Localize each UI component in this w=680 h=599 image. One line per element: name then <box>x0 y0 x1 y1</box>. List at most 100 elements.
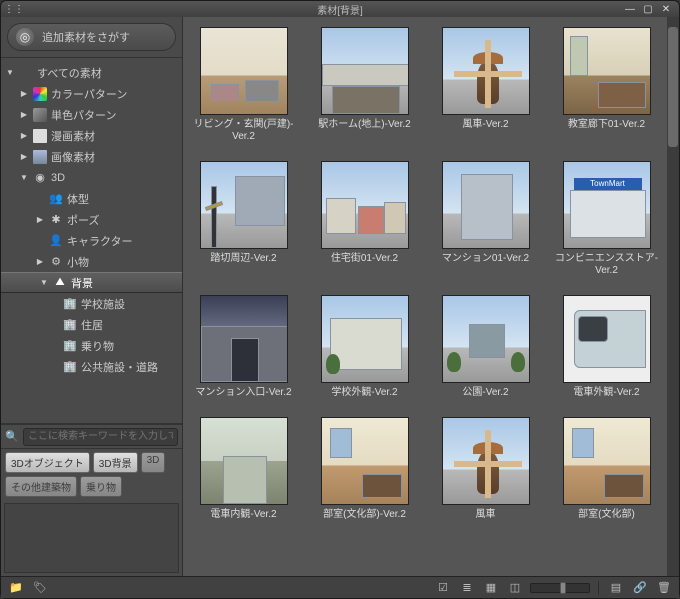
tree-node-label: 小物 <box>67 254 89 270</box>
tree-item[interactable]: ▶単色パターン <box>1 104 182 125</box>
folder-tree: ▼すべての素材▶カラーパターン▶単色パターン▶漫画素材▶画像素材▼◉3D👥体型▶… <box>1 57 182 424</box>
disclosure-icon[interactable] <box>35 194 45 204</box>
statusbar: 📁 🏷 ☑ ≣ ▦ ◫ ▤ 🔗 🗑 <box>1 576 679 598</box>
tree-item[interactable]: ▼ ◉ 3D <box>1 167 182 188</box>
disclosure-icon[interactable]: ▼ <box>5 68 15 78</box>
material-label: コンビニエンスストア-Ver.2 <box>552 253 661 277</box>
material-item[interactable]: 学校外観-Ver.2 <box>310 295 419 399</box>
disclosure-icon[interactable]: ▶ <box>19 152 29 162</box>
disclosure-icon[interactable] <box>49 362 59 372</box>
material-item[interactable]: マンション入口-Ver.2 <box>189 295 298 399</box>
tree-node-label: 画像素材 <box>51 149 95 165</box>
disclosure-icon[interactable] <box>49 299 59 309</box>
tag-chips: 3Dオブジェクト3D背景3D その他建築物乗り物 <box>1 448 182 500</box>
trash-icon[interactable]: 🗑 <box>655 580 673 596</box>
tree-item[interactable]: 🏢 乗り物 <box>1 335 182 356</box>
thumbnail-grid-scroll[interactable]: リビング・玄関(戸建)-Ver.2 駅ホーム(地上)-Ver.2 風車-Ver.2教… <box>183 17 667 576</box>
tag-chip[interactable]: 3D背景 <box>93 452 138 473</box>
tree-item[interactable]: ▶カラーパターン <box>1 83 182 104</box>
disclosure-icon[interactable]: ▶ <box>35 215 45 225</box>
material-item[interactable]: 風車 <box>431 417 540 521</box>
tree-node-label: 漫画素材 <box>51 128 95 144</box>
view-large-icon[interactable]: ◫ <box>506 580 524 596</box>
properties-icon[interactable]: ▤ <box>607 580 625 596</box>
tree-item[interactable]: 🏢公共施設・道路 <box>1 356 182 377</box>
tree-item[interactable]: ▶ 漫画素材 <box>1 125 182 146</box>
material-item[interactable]: 駅ホーム(地上)-Ver.2 <box>310 27 419 143</box>
material-label: 駅ホーム(地上)-Ver.2 <box>318 119 411 131</box>
vertical-scrollbar[interactable] <box>667 17 679 576</box>
tree-item[interactable]: ▶⚙小物 <box>1 251 182 272</box>
material-item[interactable]: 教室廊下01-Ver.2 <box>552 27 661 143</box>
material-label: 部室(文化部) <box>578 509 635 521</box>
material-item[interactable]: 電車外観-Ver.2 <box>552 295 661 399</box>
tree-node-icon: ◉ <box>33 171 47 185</box>
add-material-button[interactable]: ◎ 追加素材をさがす <box>7 23 176 51</box>
tree-item[interactable]: 👥体型 <box>1 188 182 209</box>
tree-item[interactable]: 🏢 学校施設 <box>1 293 182 314</box>
material-item[interactable]: マンション01-Ver.2 <box>431 161 540 277</box>
tree-node-label: 背景 <box>71 275 93 291</box>
disclosure-icon[interactable]: ▶ <box>35 257 45 267</box>
material-item[interactable]: 住宅街01-Ver.2 <box>310 161 419 277</box>
link-icon[interactable]: 🔗 <box>631 580 649 596</box>
maximize-button[interactable]: ▢ <box>641 4 655 14</box>
main-panel: リビング・玄関(戸建)-Ver.2 駅ホーム(地上)-Ver.2 風車-Ver.2教… <box>183 17 679 576</box>
disclosure-icon[interactable] <box>35 236 45 246</box>
disclosure-icon[interactable] <box>49 341 59 351</box>
folder-icon[interactable]: 📁 <box>7 580 25 596</box>
view-small-icon[interactable]: ▦ <box>482 580 500 596</box>
tree-node-label: 3D <box>51 172 65 184</box>
tree-item[interactable]: ▶ 画像素材 <box>1 146 182 167</box>
tag-chip[interactable]: その他建築物 <box>5 476 77 497</box>
disclosure-icon[interactable]: ▶ <box>19 89 29 99</box>
tree-item[interactable]: 👤キャラクター <box>1 230 182 251</box>
tree-node-icon: 🏢 <box>63 297 77 311</box>
disclosure-icon[interactable]: ▶ <box>19 131 29 141</box>
material-thumbnail <box>321 295 409 383</box>
disclosure-icon[interactable]: ▼ <box>39 278 49 288</box>
window-title: 素材[背景] <box>317 2 363 17</box>
minimize-button[interactable]: — <box>623 4 637 14</box>
material-label: 住宅街01-Ver.2 <box>331 253 398 265</box>
close-button[interactable]: ✕ <box>659 4 673 14</box>
tree-item[interactable]: ▶✱ポーズ <box>1 209 182 230</box>
tree-node-label: 乗り物 <box>81 338 114 354</box>
material-thumbnail: TownMart <box>563 161 651 249</box>
disclosure-icon[interactable] <box>49 320 59 330</box>
checkbox-toggle[interactable]: ☑ <box>434 580 452 596</box>
scroll-thumb[interactable] <box>668 27 678 147</box>
tree-item[interactable]: 🏢住居 <box>1 314 182 335</box>
tag-chip[interactable]: 3Dオブジェクト <box>5 452 90 473</box>
material-thumbnail <box>442 417 530 505</box>
material-thumbnail <box>563 27 651 115</box>
material-item[interactable]: 部室(文化部)-Ver.2 <box>310 417 419 521</box>
search-input[interactable] <box>23 428 178 446</box>
material-item[interactable]: 公園-Ver.2 <box>431 295 540 399</box>
tree-node-label: すべての素材 <box>37 65 102 81</box>
thumbnail-size-slider[interactable] <box>530 583 590 593</box>
tag-chip[interactable]: 乗り物 <box>80 476 122 497</box>
tree-item[interactable]: ▼⛰背景 <box>1 272 182 293</box>
material-thumbnail <box>442 295 530 383</box>
tab-grip-icon: ⋮⋮ <box>7 4 21 14</box>
material-thumbnail <box>563 295 651 383</box>
disclosure-icon[interactable]: ▼ <box>19 173 29 183</box>
tree-node-label: 学校施設 <box>81 296 125 312</box>
tree-node-icon <box>33 129 47 143</box>
tag-chip[interactable]: 3D <box>141 452 166 473</box>
tag-icon[interactable]: 🏷 <box>31 580 49 596</box>
material-label: マンション01-Ver.2 <box>442 253 529 265</box>
view-list-icon[interactable]: ≣ <box>458 580 476 596</box>
disclosure-icon[interactable]: ▶ <box>19 110 29 120</box>
material-item[interactable]: TownMart コンビニエンスストア-Ver.2 <box>552 161 661 277</box>
material-item[interactable]: リビング・玄関(戸建)-Ver.2 <box>189 27 298 143</box>
material-item[interactable]: 電車内観-Ver.2 <box>189 417 298 521</box>
material-item[interactable]: 風車-Ver.2 <box>431 27 540 143</box>
search-row: 🔍 <box>1 424 182 448</box>
tree-node-label: 体型 <box>67 191 89 207</box>
material-item[interactable]: 部室(文化部) <box>552 417 661 521</box>
tree-node-icon: 🏢 <box>63 339 77 353</box>
tree-item[interactable]: ▼ すべての素材 <box>1 62 182 83</box>
material-item[interactable]: 踏切周辺-Ver.2 <box>189 161 298 277</box>
